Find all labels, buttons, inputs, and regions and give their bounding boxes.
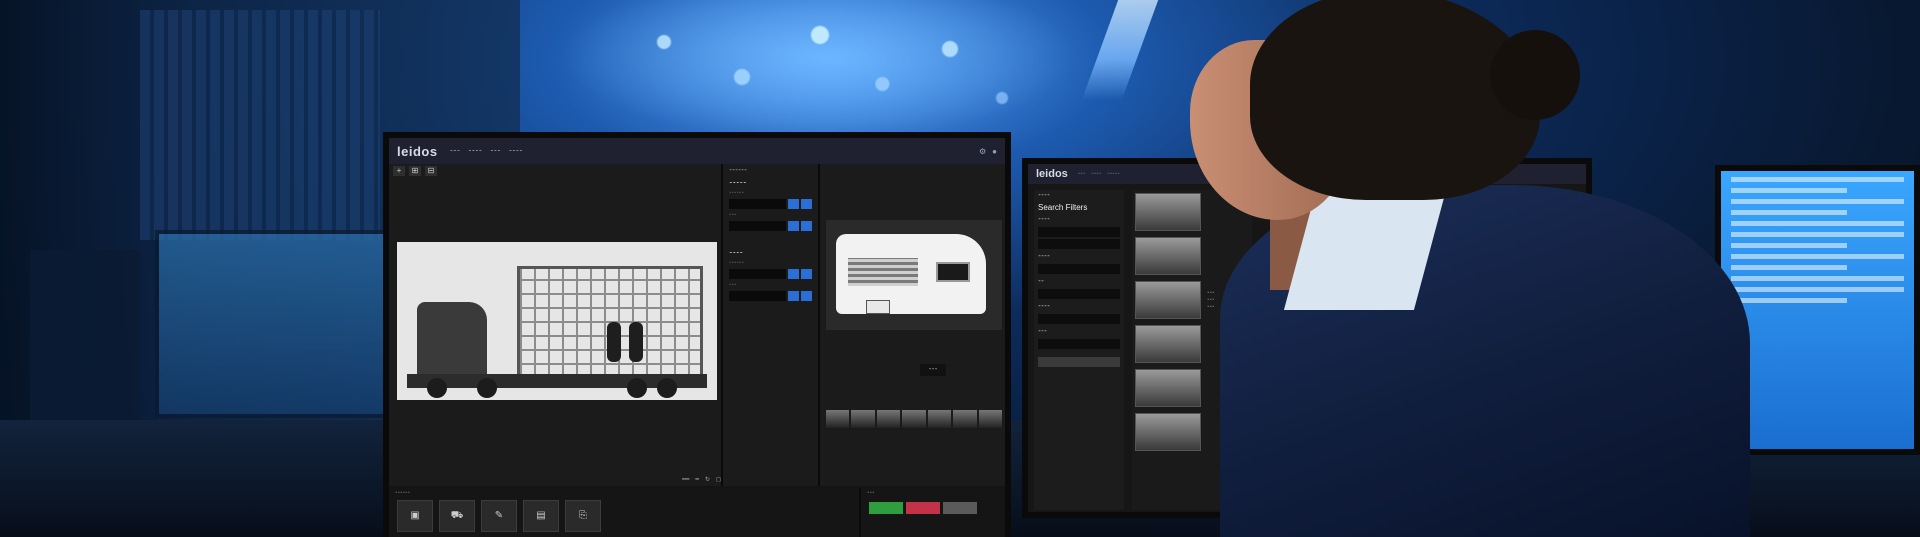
section-label: ⁃⁃⁃⁃⁃ — [729, 180, 747, 187]
thumbnail[interactable] — [978, 410, 1002, 428]
edit-button[interactable] — [788, 269, 800, 279]
xray-panel: + ⊞ ⊟ ━━ ━ ↻ ◻ — [389, 164, 723, 486]
text-field[interactable] — [729, 221, 787, 231]
date-field[interactable] — [1038, 239, 1120, 249]
nav-item[interactable]: ⁃⁃⁃⁃ — [1091, 171, 1101, 177]
edit-button[interactable] — [788, 291, 800, 301]
user-icon[interactable]: ● — [992, 147, 997, 156]
bokeh-lights — [560, 0, 1080, 140]
bottom-bar: ⁃⁃⁃⁃⁃⁃ ▣ ⛟ ✎ ▤ ⎘ ⁃⁃⁃ — [389, 488, 1005, 537]
clear-button[interactable] — [869, 502, 903, 514]
filter-label: ⁃⁃⁃⁃ — [1038, 304, 1050, 310]
fit-icon[interactable]: ◻ — [716, 476, 721, 483]
background-monitor — [155, 230, 393, 418]
tool-icons: ▣ ⛟ ✎ ▤ ⎘ — [389, 498, 859, 534]
edit-button[interactable] — [801, 269, 812, 279]
section-label: ⁃⁃⁃ — [867, 490, 875, 496]
search-filters-title: Search Filters — [1038, 203, 1088, 212]
filter-select[interactable] — [1038, 264, 1120, 274]
nav-item[interactable]: ⁃⁃⁃ — [450, 147, 461, 155]
filter-label: ⁃⁃⁃⁃ — [1038, 217, 1050, 223]
field-label: ⁃⁃⁃⁃⁃⁃ — [729, 190, 744, 196]
truck-icon[interactable]: ⛟ — [439, 500, 475, 532]
filter-label: ⁃⁃⁃ — [1038, 329, 1047, 335]
thumbnail[interactable] — [953, 410, 977, 428]
app-header: leidos ⁃⁃⁃ ⁃⁃⁃⁃ ⁃⁃⁃ ⁃⁃⁃⁃ ⚙ ● — [389, 138, 1005, 164]
scan-details-panel: ⁃⁃⁃⁃⁃⁃ ⁃⁃⁃⁃⁃ ⁃⁃⁃⁃⁃⁃ ⁃⁃⁃ ⁃⁃⁃⁃ ⁃⁃⁃⁃⁃⁃ ⁃⁃⁃ — [723, 164, 820, 486]
grid-button[interactable]: ⊞ — [409, 166, 421, 176]
other-button[interactable] — [943, 502, 977, 514]
thumbnail[interactable] — [851, 410, 875, 428]
filter-select[interactable] — [1038, 314, 1120, 324]
leidos-logo: leidos — [1036, 168, 1068, 180]
nav-item[interactable]: ⁃⁃⁃ — [490, 147, 501, 155]
field-label: ⁃⁃⁃ — [729, 212, 737, 218]
filter-select[interactable] — [1038, 289, 1120, 299]
section-label: ⁃⁃⁃⁃⁃⁃ — [395, 490, 410, 496]
control-room-scene: leidos ⁃⁃⁃ ⁃⁃⁃⁃ ⁃⁃⁃ ⁃⁃⁃⁃ ⚙ ● + ⊞ ⊟ ━━ ━ … — [0, 0, 1920, 537]
xray-image — [397, 242, 717, 400]
nav-item[interactable]: ⁃⁃⁃ — [1078, 171, 1086, 177]
date-field[interactable] — [1038, 227, 1120, 237]
layout-button[interactable]: ⊟ — [425, 166, 437, 176]
edit-button[interactable] — [801, 199, 812, 209]
document-icon[interactable]: ▤ — [523, 500, 559, 532]
text-field[interactable] — [729, 269, 787, 279]
filter-label: ⁃⁃⁃⁃ — [1038, 254, 1050, 260]
ceiling-light — [1081, 0, 1159, 100]
camera-panel: ⁃⁃⁃ — [820, 164, 1005, 486]
header-icons: ⚙ ● — [979, 147, 997, 156]
search-filters-panel: ⁃⁃⁃⁃ Search Filters ⁃⁃⁃⁃ ⁃⁃⁃⁃ ⁃⁃ ⁃⁃⁃⁃ ⁃⁃… — [1034, 190, 1124, 510]
field-label: ⁃⁃⁃⁃⁃⁃ — [729, 260, 744, 266]
panel-title: ⁃⁃⁃⁃⁃⁃ — [729, 168, 747, 174]
section-label: ⁃⁃⁃⁃ — [729, 250, 743, 257]
thumbnail[interactable] — [927, 410, 952, 428]
edit-button[interactable] — [788, 199, 800, 209]
settings-icon[interactable]: ⚙ — [979, 147, 986, 156]
folder-icon[interactable]: ▣ — [397, 500, 433, 532]
filter-label: ⁃⁃ — [1038, 279, 1044, 285]
hair — [1250, 0, 1540, 200]
edit-icon[interactable]: ✎ — [481, 500, 517, 532]
copy-icon[interactable]: ⎘ — [565, 500, 601, 532]
nav-item[interactable]: ⁃⁃⁃⁃⁃ — [1107, 171, 1120, 177]
hair-bun — [1490, 30, 1580, 120]
text-field[interactable] — [729, 199, 787, 209]
edit-button[interactable] — [788, 221, 800, 231]
suspect-button[interactable] — [906, 502, 940, 514]
nav-item[interactable]: ⁃⁃⁃⁃ — [509, 147, 523, 155]
image-tag: ⁃⁃⁃ — [920, 364, 946, 376]
app-nav: ⁃⁃⁃ ⁃⁃⁃⁃ ⁃⁃⁃⁃⁃ — [1078, 171, 1120, 177]
zoom-in-button[interactable]: + — [393, 166, 405, 176]
main-monitor: leidos ⁃⁃⁃ ⁃⁃⁃⁃ ⁃⁃⁃ ⁃⁃⁃⁃ ⚙ ● + ⊞ ⊟ ━━ ━ … — [383, 132, 1011, 537]
field-label: ⁃⁃⁃ — [729, 282, 737, 288]
thumbnail-strip — [826, 410, 1002, 428]
thumbnail[interactable] — [876, 410, 901, 428]
thumbnail[interactable] — [826, 410, 850, 428]
image-toolbar: + ⊞ ⊟ — [389, 164, 721, 182]
edit-button[interactable] — [801, 291, 812, 301]
rotate-icon[interactable]: ↻ — [705, 476, 710, 483]
background-monitor-left — [30, 250, 140, 420]
truck-photo — [826, 220, 1002, 330]
thumbnail[interactable] — [902, 410, 926, 428]
app-nav: ⁃⁃⁃ ⁃⁃⁃⁃ ⁃⁃⁃ ⁃⁃⁃⁃ — [450, 147, 523, 155]
text-field[interactable] — [729, 291, 787, 301]
nav-item[interactable]: ⁃⁃⁃⁃ — [468, 147, 482, 155]
zoom-control[interactable]: ━ — [695, 476, 699, 483]
image-controls: ━━ ━ ↻ ◻ — [389, 472, 729, 486]
background-window — [140, 10, 380, 240]
panel-title: ⁃⁃⁃⁃ — [1038, 193, 1050, 199]
leidos-logo: leidos — [397, 143, 438, 159]
edit-button[interactable] — [801, 221, 812, 231]
action-buttons — [861, 498, 1005, 518]
filter-select[interactable] — [1038, 339, 1120, 349]
operator-person — [1190, 0, 1750, 537]
apply-filters-button[interactable] — [1038, 357, 1120, 367]
zoom-control[interactable]: ━━ — [682, 476, 689, 483]
